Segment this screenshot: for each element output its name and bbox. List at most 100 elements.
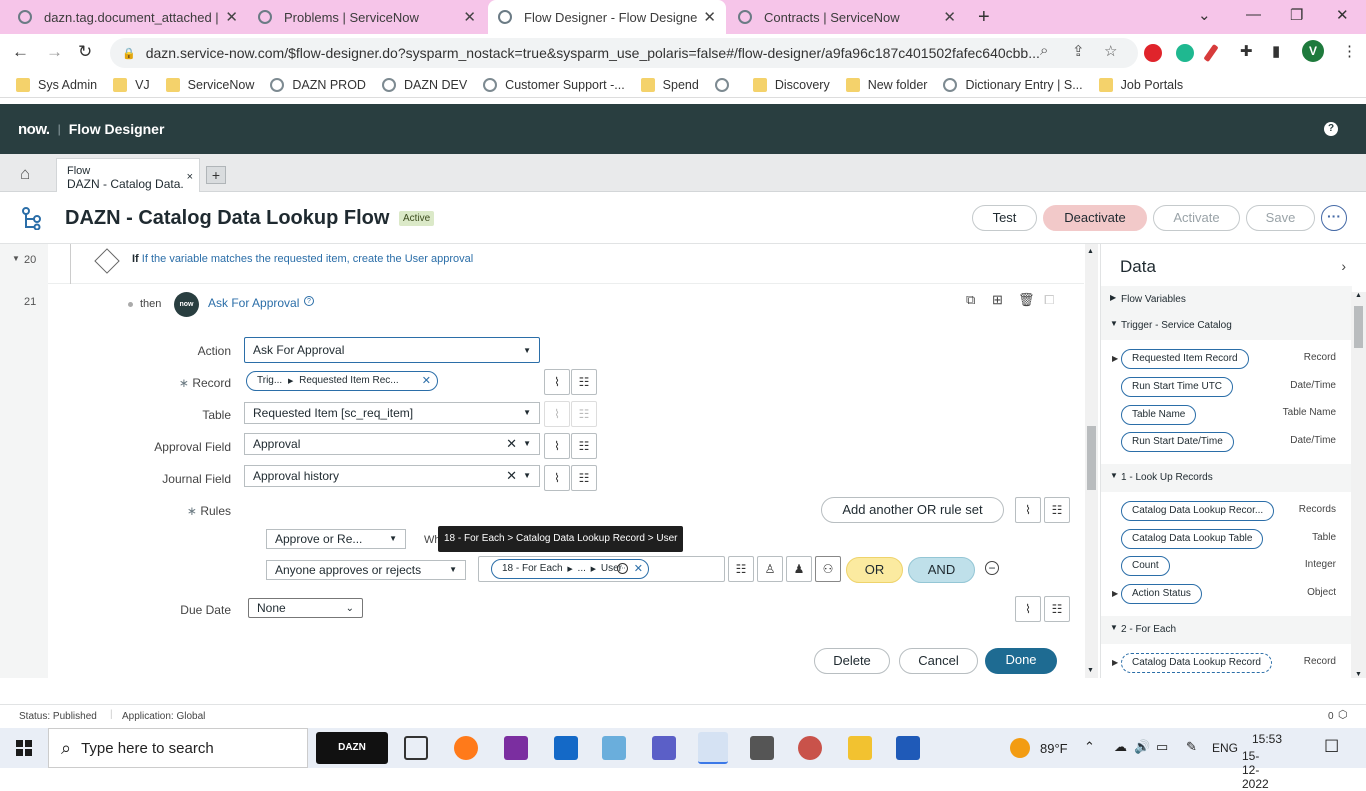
notification-count[interactable]: 0 xyxy=(1328,711,1334,722)
data-pill-action-status[interactable]: Action Status xyxy=(1121,584,1202,604)
bookmark-customer-support[interactable]: Customer Support -... xyxy=(483,77,625,92)
reload-icon[interactable]: ↻ xyxy=(78,42,92,62)
close-tab-icon[interactable]: ✕ xyxy=(225,8,238,26)
extension-pen-icon[interactable] xyxy=(1203,43,1219,63)
task-view-icon[interactable] xyxy=(404,736,428,760)
network-icon[interactable]: ☁ xyxy=(1114,739,1127,755)
bookmark-dazn-dev[interactable]: DAZN DEV xyxy=(381,77,467,92)
data-pill-catalog-data-lookup-record[interactable]: Catalog Data Lookup Record xyxy=(1121,653,1272,673)
remove-pill-icon[interactable]: ✕ xyxy=(422,374,431,387)
chrome-menu-icon[interactable]: ⋮ xyxy=(1342,42,1357,60)
share-icon[interactable]: ⇪ xyxy=(1072,42,1085,60)
chrome-active-icon[interactable] xyxy=(698,732,728,764)
data-panel-scrollbar[interactable]: ▲ ▼ xyxy=(1351,292,1366,678)
home-icon[interactable]: ⌂ xyxy=(20,164,30,184)
profile-avatar[interactable]: V xyxy=(1302,40,1324,62)
done-button[interactable]: Done xyxy=(985,648,1057,674)
data-pill-picker-icon[interactable]: ☷ xyxy=(571,433,597,459)
script-toggle-icon[interactable]: ⌇ xyxy=(544,369,570,395)
close-tab-icon[interactable]: ✕ xyxy=(943,8,956,26)
test-button[interactable]: Test xyxy=(972,205,1037,231)
caret-right-icon[interactable]: ▶ xyxy=(1112,658,1118,667)
section-look-up-records[interactable]: ▼ 1 - Look Up Records xyxy=(1101,464,1352,492)
section-flow-variables[interactable]: ▶ Flow Variables xyxy=(1101,286,1352,314)
new-tab-button[interactable]: + xyxy=(978,6,990,29)
add-or-rule-set-button[interactable]: Add another OR rule set xyxy=(821,497,1004,523)
pen-icon[interactable]: ✎ xyxy=(1186,739,1197,755)
data-pill-picker-icon[interactable]: ☷ xyxy=(571,465,597,491)
file-explorer-icon[interactable] xyxy=(848,736,872,760)
and-button[interactable]: AND xyxy=(908,557,975,583)
help-icon[interactable]: ? xyxy=(1324,122,1338,136)
canvas-scroll-thumb[interactable] xyxy=(1087,426,1096,490)
extension-grammarly-icon[interactable] xyxy=(1176,44,1194,62)
canvas-scrollbar[interactable]: ▲ ▼ xyxy=(1085,244,1098,678)
browser-tab-3-active[interactable]: Flow Designer - Flow Designer : D ✕ xyxy=(488,0,726,34)
data-pill-picker-icon[interactable]: ☷ xyxy=(571,369,597,395)
zoom-icon[interactable]: ⌕ xyxy=(1040,42,1048,59)
servicenow-logo[interactable]: now. xyxy=(18,121,50,138)
delete-icon[interactable]: 🗑 xyxy=(1018,292,1035,308)
close-window-icon[interactable]: ✕ xyxy=(1336,6,1349,24)
battery-icon[interactable]: ▭ xyxy=(1156,739,1168,755)
extensions-puzzle-icon[interactable]: ✚ xyxy=(1240,42,1253,60)
group-icon[interactable]: ♟ xyxy=(786,556,812,582)
remove-pill-icon[interactable]: ✕ xyxy=(634,562,643,575)
tab-search-icon[interactable]: ⌄ xyxy=(1198,6,1211,24)
bookmark-dazn-prod[interactable]: DAZN PROD xyxy=(270,77,366,92)
script-toggle-icon[interactable]: ⌇ xyxy=(544,433,570,459)
close-tab-icon[interactable]: ✕ xyxy=(463,8,476,26)
weather-temp[interactable]: 89°F xyxy=(1040,741,1068,756)
table-select[interactable]: Requested Item [sc_req_item] ▼ xyxy=(244,402,540,424)
clock-time[interactable]: 15:53 xyxy=(1252,732,1282,746)
data-pill-catalog-data-lookup-records[interactable]: Catalog Data Lookup Recor... xyxy=(1121,501,1275,521)
clear-icon[interactable]: ✕ xyxy=(506,468,517,484)
data-panel-scroll-thumb[interactable] xyxy=(1354,306,1363,348)
word-icon[interactable] xyxy=(896,736,920,760)
browser-tab-2[interactable]: Problems | ServiceNow ✕ xyxy=(248,0,486,34)
save-button[interactable]: Save xyxy=(1246,205,1315,231)
caret-right-icon[interactable]: ▶ xyxy=(1112,589,1118,598)
due-date-select[interactable]: None ⌄ xyxy=(248,598,363,618)
notes-icon[interactable] xyxy=(602,736,626,760)
insert-icon[interactable]: ⊞ xyxy=(992,292,1003,308)
data-pill-requested-item-record[interactable]: Requested Item Record xyxy=(1121,349,1249,369)
outlook-icon[interactable] xyxy=(554,736,578,760)
add-tab-button[interactable]: + xyxy=(206,166,226,184)
address-bar[interactable]: 🔒 dazn.service-now.com/$flow-designer.do… xyxy=(110,38,1138,68)
close-tab-icon[interactable]: ✕ xyxy=(703,8,716,26)
forward-arrow-icon[interactable]: → xyxy=(46,42,63,62)
minimize-window-icon[interactable]: — xyxy=(1246,6,1261,23)
or-button[interactable]: OR xyxy=(846,557,903,583)
user-icon[interactable]: ♙ xyxy=(757,556,783,582)
notification-icon[interactable]: ⬡ xyxy=(1338,708,1348,721)
collapse-panel-chevron-icon[interactable]: › xyxy=(1341,258,1346,274)
clear-icon[interactable]: ✕ xyxy=(506,436,517,452)
windows-start-icon[interactable] xyxy=(16,740,32,756)
weather-icon[interactable] xyxy=(1010,738,1030,758)
record-data-pill[interactable]: Trig... ▶ Requested Item Rec... ✕ xyxy=(246,371,438,391)
bookmark-star-icon[interactable]: ☆ xyxy=(1104,42,1117,60)
close-tab-icon[interactable]: × xyxy=(187,171,193,184)
bookmark-discovery[interactable]: Discovery xyxy=(752,77,830,92)
firefox-icon[interactable] xyxy=(454,736,478,760)
data-pill-count[interactable]: Count xyxy=(1121,556,1170,576)
extension-red-icon[interactable] xyxy=(1144,44,1162,62)
back-arrow-icon[interactable]: ← xyxy=(12,42,29,62)
scroll-down-icon[interactable]: ▼ xyxy=(1087,667,1094,674)
bookmark-vj[interactable]: VJ xyxy=(113,77,150,92)
journal-field-select[interactable]: Approval history ✕ ▼ xyxy=(244,465,540,487)
data-pill-picker-icon[interactable]: ☷ xyxy=(1044,596,1070,622)
bookmark-unnamed[interactable] xyxy=(714,77,737,92)
script-toggle-icon[interactable]: ⌇ xyxy=(544,401,570,427)
section-for-each[interactable]: ▼ 2 - For Each xyxy=(1101,616,1352,644)
data-pill-run-start-date-time[interactable]: Run Start Date/Time xyxy=(1121,432,1234,452)
language-indicator[interactable]: ENG xyxy=(1212,741,1238,755)
user-data-pill[interactable]: 18 - For Each ▶ ... ▶ User ⋯ ✕ xyxy=(491,559,649,579)
designer-tab-flow[interactable]: Flow DAZN - Catalog Data... × xyxy=(56,158,200,192)
data-pill-picker-icon[interactable]: ☷ xyxy=(728,556,754,582)
pill-info-icon[interactable]: ⋯ xyxy=(617,563,628,574)
more-options-button[interactable]: ··· xyxy=(1321,205,1347,231)
script-toggle-icon[interactable]: ⌇ xyxy=(1015,497,1041,523)
show-hidden-icons-chevron-icon[interactable]: ⌃ xyxy=(1084,739,1095,755)
